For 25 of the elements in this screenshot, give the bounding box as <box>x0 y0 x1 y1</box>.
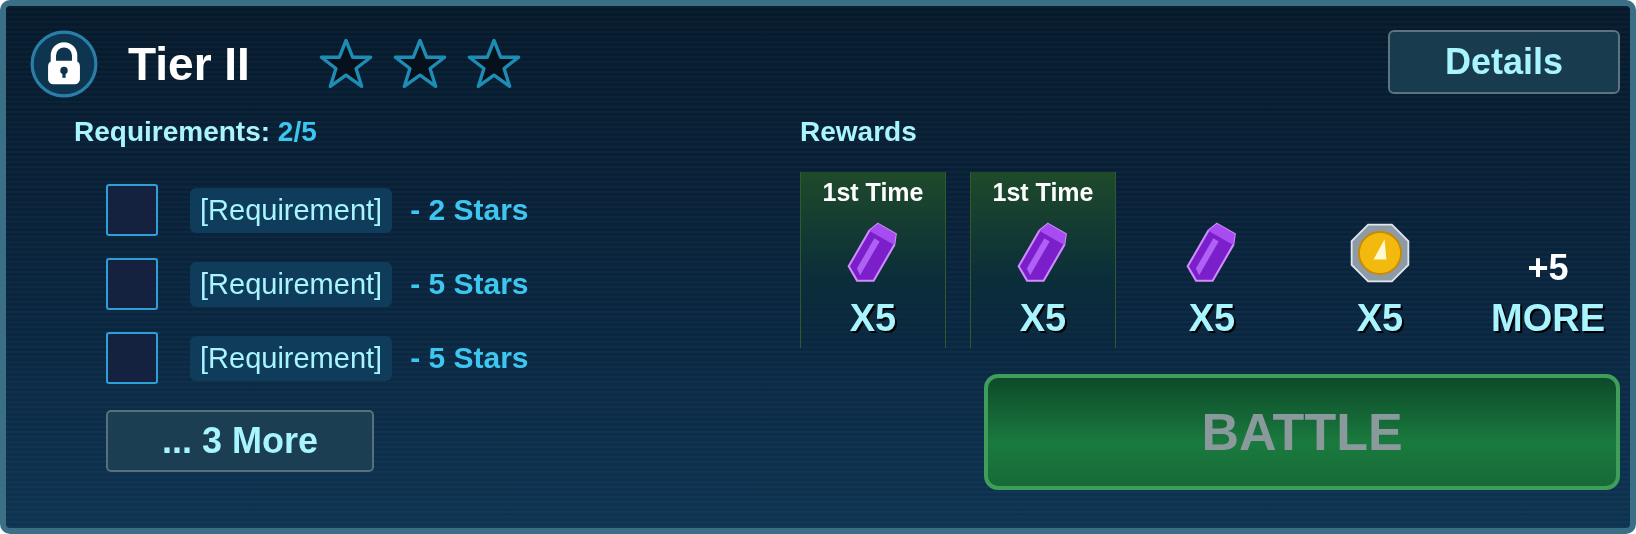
more-requirements-button[interactable]: ... 3 More <box>106 410 374 472</box>
requirement-name: [Requirement] <box>190 335 393 381</box>
reward-count: X5 <box>1356 297 1404 340</box>
reward-count: MORE <box>1491 297 1605 340</box>
first-time-label: 1st Time <box>992 178 1094 207</box>
checkbox[interactable] <box>106 332 158 384</box>
reward-count: X5 <box>849 297 897 340</box>
checkbox[interactable] <box>106 258 158 310</box>
requirements-heading: Requirements: 2/5 <box>74 116 317 147</box>
requirement-stars: - 2 Stars <box>410 193 529 227</box>
rewards-label: Rewards <box>800 116 918 148</box>
requirement-name: [Requirement] <box>190 261 393 307</box>
details-button[interactable]: Details <box>1388 30 1620 94</box>
reward-count: X5 <box>1188 297 1236 340</box>
star-icon <box>466 37 522 91</box>
star-icon <box>392 37 448 91</box>
requirement-name: [Requirement] <box>190 187 393 233</box>
requirement-stars: - 5 Stars <box>410 341 529 375</box>
extra-count: +5 <box>1527 247 1569 289</box>
checkbox[interactable] <box>106 184 158 236</box>
reward-count: X5 <box>1019 297 1067 340</box>
first-time-label: 1st Time <box>822 178 924 207</box>
star-icon <box>318 37 374 91</box>
tier-title: Tier II <box>128 37 251 91</box>
requirement-stars: - 5 Stars <box>410 267 529 301</box>
